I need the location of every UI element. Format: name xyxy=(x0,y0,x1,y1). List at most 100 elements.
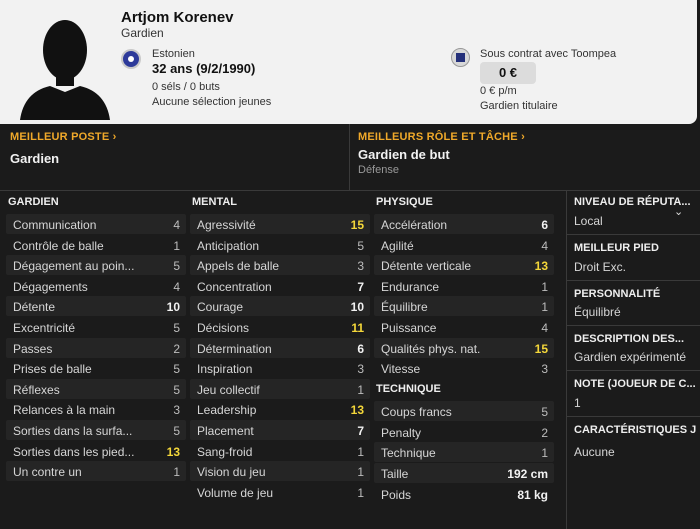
attribute-row[interactable]: Un contre un 1 xyxy=(6,461,186,482)
attribute-value: 1 xyxy=(173,238,180,253)
attribute-row[interactable]: Communication 4 xyxy=(6,214,186,234)
attribute-row[interactable]: Anticipation 5 xyxy=(190,235,370,255)
body-stat-label: Taille xyxy=(381,467,409,481)
attribute-value: 15 xyxy=(534,341,548,356)
attribute-value: 1 xyxy=(541,446,548,461)
body-stat-label: Poids xyxy=(381,488,412,502)
personality-value: Équilibré xyxy=(574,305,621,319)
attribute-row[interactable]: Agressivité 15 xyxy=(190,214,370,234)
attribute-value: 1 xyxy=(357,382,364,397)
attribute-value: 7 xyxy=(357,279,364,294)
attribute-row[interactable]: Jeu collectif 1 xyxy=(190,378,370,399)
attribute-row[interactable]: Leadership 13 xyxy=(190,399,370,419)
attribute-row[interactable]: Excentricité 5 xyxy=(6,317,186,337)
player-traits-title: CARACTÉRISTIQUES J xyxy=(574,424,697,436)
attribute-value: 3 xyxy=(357,259,364,274)
attribute-value: 1 xyxy=(357,444,364,459)
nation-flag-icon[interactable] xyxy=(121,49,141,69)
club-badge-icon[interactable] xyxy=(451,48,470,67)
player-rating-title: NOTE (JOUEUR DE C... xyxy=(574,378,696,390)
side-sep xyxy=(566,370,700,371)
attribute-row[interactable]: Détente verticale 13 xyxy=(374,255,554,276)
attribute-value: 10 xyxy=(350,300,364,315)
attribute-row[interactable]: Décisions 11 xyxy=(190,317,370,337)
best-role-duty: Défense xyxy=(358,164,399,176)
attribute-label: Vitesse xyxy=(381,362,421,377)
attribute-row[interactable]: Endurance 1 xyxy=(374,276,554,296)
attribute-row[interactable]: Équilibre 1 xyxy=(374,296,554,317)
attribute-row[interactable]: Relances à la main 3 xyxy=(6,399,186,419)
squad-status: Gardien titulaire xyxy=(480,100,558,112)
wage-per-month: 0 € p/m xyxy=(480,85,517,97)
attribute-row[interactable]: Volume de jeu 1 xyxy=(190,482,370,502)
attribute-row[interactable]: Sorties dans les pied... 13 xyxy=(6,441,186,461)
attribute-row[interactable]: Sorties dans la surfa... 5 xyxy=(6,420,186,440)
attribute-row[interactable]: Prises de balle 5 xyxy=(6,358,186,378)
attribute-row[interactable]: Appels de balle 3 xyxy=(190,255,370,276)
attribute-row[interactable]: Contrôle de balle 1 xyxy=(6,235,186,255)
attribute-value: 13 xyxy=(350,403,364,418)
attribute-value: 4 xyxy=(173,279,180,294)
attribute-label: Penalty xyxy=(381,425,422,440)
attribute-row[interactable]: Penalty 2 xyxy=(374,422,554,442)
player-name: Artjom Korenev xyxy=(121,9,234,26)
attribute-value: 5 xyxy=(173,424,180,438)
attribute-row[interactable]: Agilité 4 xyxy=(374,235,554,255)
attribute-value: 4 xyxy=(173,218,180,232)
attribute-label: Communication xyxy=(13,218,97,232)
chevron-down-icon[interactable]: ⌄ xyxy=(674,205,683,218)
attribute-row[interactable]: Accélération 6 xyxy=(374,214,554,234)
best-role-value: Gardien de but xyxy=(358,147,450,162)
contract-status[interactable]: Sous contrat avec Toompea xyxy=(480,48,616,60)
attribute-row[interactable]: Vitesse 3 xyxy=(374,358,554,378)
attribute-row[interactable]: Dégagements 4 xyxy=(6,276,186,296)
attribute-row[interactable]: Dégagement au poin... 5 xyxy=(6,255,186,276)
attribute-value: 1 xyxy=(173,465,180,480)
attribute-row[interactable]: Vision du jeu 1 xyxy=(190,461,370,482)
attribute-row[interactable]: Inspiration 3 xyxy=(190,358,370,378)
side-info-panel: NIVEAU DE RÉPUTA... Local MEILLEUR PIED … xyxy=(566,190,700,529)
attribute-label: Détente xyxy=(13,300,56,315)
attribute-row[interactable]: Technique 1 xyxy=(374,442,554,463)
attribute-value: 1 xyxy=(541,279,548,294)
best-position-value: Gardien xyxy=(10,151,60,166)
attribute-value: 3 xyxy=(357,362,364,377)
best-position-link[interactable]: MEILLEUR POSTE › xyxy=(10,131,116,143)
attribute-value: 5 xyxy=(173,362,180,377)
attribute-row[interactable]: Sang-froid 1 xyxy=(190,441,370,461)
reputation-value: Local xyxy=(574,214,603,228)
attribute-row[interactable]: Passes 2 xyxy=(6,337,186,358)
attribute-label: Placement xyxy=(197,424,254,438)
attribute-label: Dégagement au poin... xyxy=(13,259,135,274)
goalkeeping-section-title: GARDIEN xyxy=(8,196,59,208)
attribute-label: Sorties dans la surfa... xyxy=(13,424,133,438)
attribute-label: Un contre un xyxy=(13,465,82,480)
attribute-row[interactable]: Concentration 7 xyxy=(190,276,370,296)
attribute-value: 3 xyxy=(173,403,180,418)
attribute-label: Volume de jeu xyxy=(197,485,274,500)
attribute-row[interactable]: Placement 7 xyxy=(190,420,370,440)
attribute-value: 6 xyxy=(541,218,548,232)
attribute-label: Courage xyxy=(197,300,244,315)
attribute-row[interactable]: Puissance 4 xyxy=(374,317,554,337)
attribute-value: 2 xyxy=(173,341,180,356)
nationality[interactable]: Estonien xyxy=(152,48,195,60)
attribute-label: Prises de balle xyxy=(13,362,92,377)
attribute-value: 15 xyxy=(350,218,364,232)
best-role-link[interactable]: MEILLEURS RÔLE ET TÂCHE › xyxy=(358,131,525,143)
attribute-value: 13 xyxy=(166,444,180,459)
band-divider xyxy=(349,124,350,190)
attribute-label: Agilité xyxy=(381,238,414,253)
player-position: Gardien xyxy=(121,26,164,40)
attribute-row[interactable]: Détente 10 xyxy=(6,296,186,317)
attribute-label: Passes xyxy=(13,341,53,356)
attribute-row[interactable]: Détermination 6 xyxy=(190,337,370,358)
attribute-label: Qualités phys. nat. xyxy=(381,341,481,356)
attribute-row[interactable]: Courage 10 xyxy=(190,296,370,317)
attribute-row[interactable]: Réflexes 5 xyxy=(6,378,186,399)
attribute-label: Sang-froid xyxy=(197,444,253,459)
attribute-row[interactable]: Qualités phys. nat. 15 xyxy=(374,337,554,358)
body-stat-value: 192 cm xyxy=(507,467,548,481)
attribute-value: 5 xyxy=(541,405,548,419)
attribute-row[interactable]: Coups francs 5 xyxy=(374,401,554,421)
